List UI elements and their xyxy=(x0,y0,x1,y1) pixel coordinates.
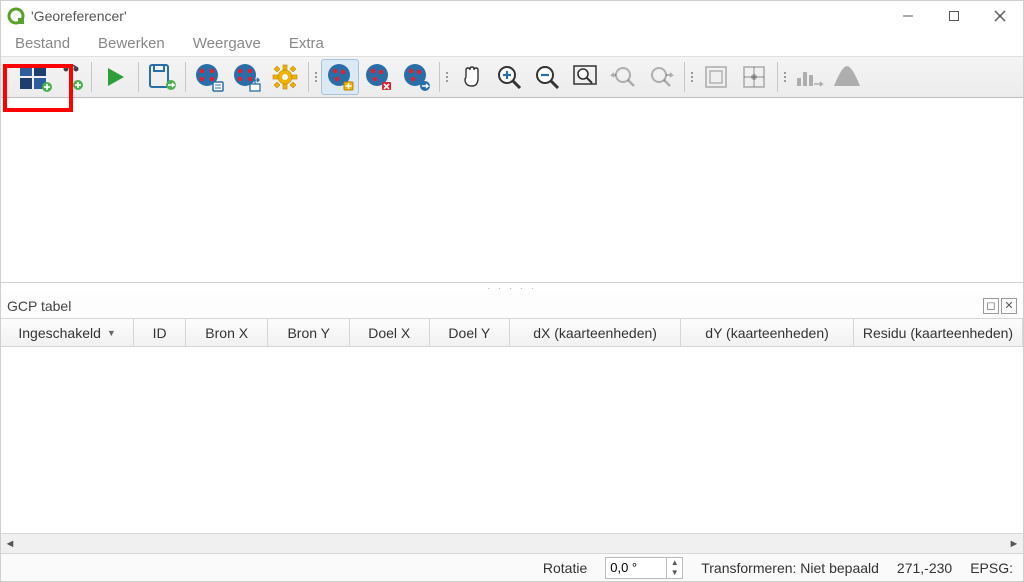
epsg-label: EPSG: xyxy=(970,560,1013,576)
qgis-logo-icon xyxy=(7,7,25,25)
app-window: 'Georeferencer' Bestand Bewerken Weergav… xyxy=(0,0,1024,582)
move-gcp-button[interactable] xyxy=(397,59,435,95)
gcp-panel-title: GCP tabel xyxy=(7,298,71,314)
gcp-settings-button[interactable] xyxy=(228,59,266,95)
start-georef-button[interactable] xyxy=(96,59,134,95)
spin-up-icon[interactable]: ▲ xyxy=(667,558,682,568)
scroll-right-arrow[interactable]: ► xyxy=(1005,535,1023,553)
toolbar-grip[interactable] xyxy=(3,57,9,97)
add-point-file-button[interactable] xyxy=(59,59,87,95)
panel-close-icon[interactable]: ✕ xyxy=(1001,298,1017,314)
scroll-track[interactable] xyxy=(19,535,1005,553)
rotation-label: Rotatie xyxy=(543,560,587,576)
column-header[interactable]: Doel X xyxy=(350,319,430,346)
add-gcp-button[interactable] xyxy=(321,59,359,95)
column-header[interactable]: Ingeschakeld▼ xyxy=(1,319,134,346)
column-header[interactable]: Residu (kaarteenheden) xyxy=(854,319,1023,346)
delete-gcp-button[interactable] xyxy=(359,59,397,95)
rotation-spinner[interactable]: ▲ ▼ xyxy=(605,557,683,579)
link-qgis-button[interactable] xyxy=(735,59,773,95)
gcp-table-body xyxy=(1,347,1023,533)
pan-button[interactable] xyxy=(452,59,490,95)
column-header[interactable]: Doel Y xyxy=(430,319,511,346)
menu-weergave[interactable]: Weergave xyxy=(193,35,261,52)
menu-extra[interactable]: Extra xyxy=(289,35,324,52)
zoom-out-button[interactable] xyxy=(528,59,566,95)
panel-undock-icon[interactable]: ◻ xyxy=(983,298,999,314)
toolbar-grip[interactable] xyxy=(444,57,450,97)
column-header[interactable]: dX (kaarteenheden) xyxy=(510,319,681,346)
settings-gear-button[interactable] xyxy=(266,59,304,95)
horizontal-scrollbar[interactable]: ◄ ► xyxy=(1,533,1023,553)
save-link-button[interactable] xyxy=(143,59,181,95)
coord-readout: 271,-230 xyxy=(897,560,952,576)
zoom-last-button[interactable] xyxy=(604,59,642,95)
zoom-in-button[interactable] xyxy=(490,59,528,95)
local-hist-button[interactable] xyxy=(790,59,828,95)
scroll-left-arrow[interactable]: ◄ xyxy=(1,535,19,553)
menu-bar: Bestand Bewerken Weergave Extra xyxy=(1,31,1023,56)
link-georef-button[interactable] xyxy=(697,59,735,95)
sort-indicator-icon: ▼ xyxy=(107,328,116,338)
gcp-table-header: Ingeschakeld▼IDBron XBron YDoel XDoel Yd… xyxy=(1,319,1023,347)
spin-down-icon[interactable]: ▼ xyxy=(667,568,682,578)
maximize-button[interactable] xyxy=(931,1,977,31)
status-bar: Rotatie ▲ ▼ Transformeren: Niet bepaald … xyxy=(1,553,1023,581)
menu-bestand[interactable]: Bestand xyxy=(15,35,70,52)
title-bar: 'Georeferencer' xyxy=(1,1,1023,31)
zoom-layer-button[interactable] xyxy=(566,59,604,95)
column-header[interactable]: Bron Y xyxy=(268,319,350,346)
menu-bewerken[interactable]: Bewerken xyxy=(98,35,165,52)
toolbar xyxy=(1,56,1023,98)
map-canvas[interactable] xyxy=(1,98,1023,283)
window-title: 'Georeferencer' xyxy=(31,8,127,24)
window-controls xyxy=(885,1,1023,31)
open-raster-button[interactable] xyxy=(11,59,59,95)
full-hist-button[interactable] xyxy=(828,59,866,95)
transform-settings-button[interactable] xyxy=(190,59,228,95)
minimize-button[interactable] xyxy=(885,1,931,31)
toolbar-grip[interactable] xyxy=(689,57,695,97)
zoom-next-button[interactable] xyxy=(642,59,680,95)
toolbar-grip[interactable] xyxy=(313,57,319,97)
gcp-panel-title-bar: GCP tabel ◻ ✕ xyxy=(1,293,1023,319)
column-header[interactable]: Bron X xyxy=(186,319,269,346)
rotation-input[interactable] xyxy=(606,558,666,577)
column-header[interactable]: ID xyxy=(134,319,186,346)
split-handle[interactable]: · · · · · xyxy=(1,283,1023,293)
gcp-panel: GCP tabel ◻ ✕ Ingeschakeld▼IDBron XBron … xyxy=(1,293,1023,553)
close-button[interactable] xyxy=(977,1,1023,31)
toolbar-grip[interactable] xyxy=(782,57,788,97)
transform-status: Transformeren: Niet bepaald xyxy=(701,560,879,576)
column-header[interactable]: dY (kaarteenheden) xyxy=(681,319,854,346)
